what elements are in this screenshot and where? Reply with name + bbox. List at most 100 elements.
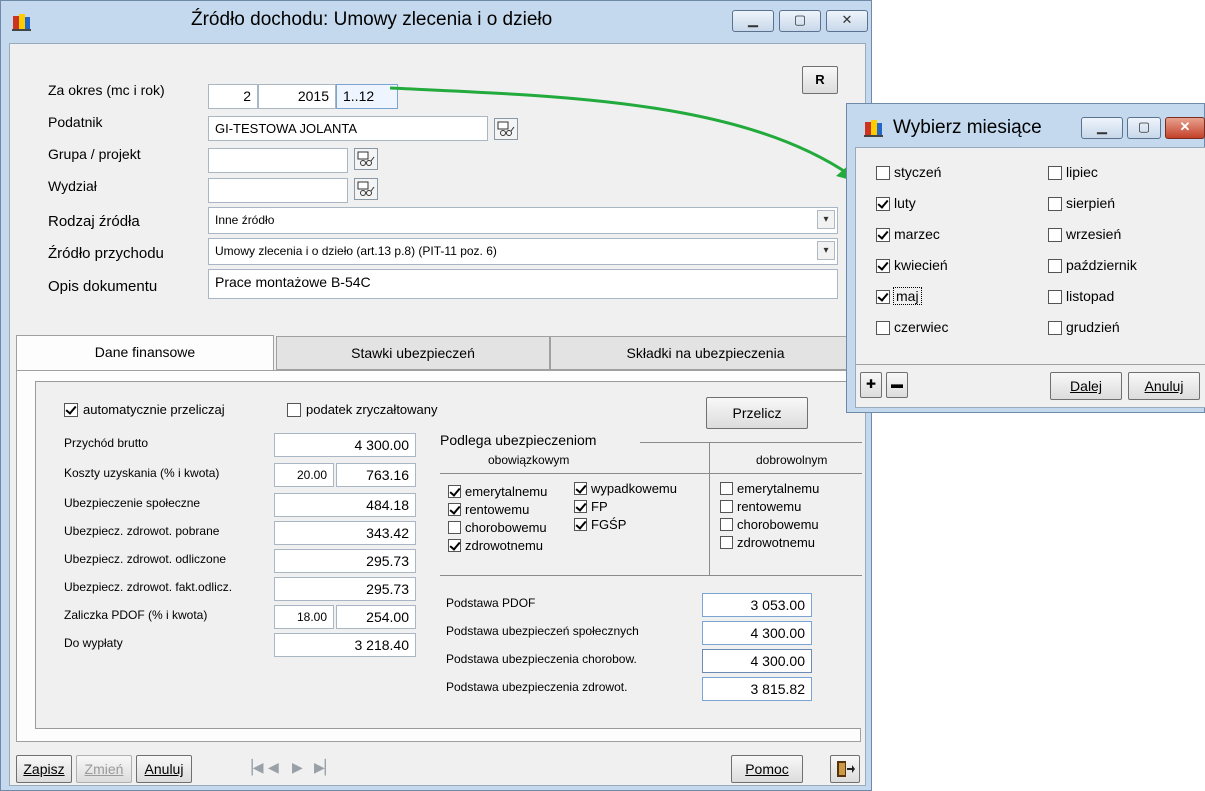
finance-row-value[interactable]: 295.73 bbox=[274, 549, 416, 573]
finance-row-value[interactable]: 3 218.40 bbox=[274, 633, 416, 657]
department-picker-button[interactable] bbox=[354, 178, 378, 200]
mandatory-insurance-label: FP bbox=[591, 499, 608, 514]
dialog-cancel-button[interactable]: Anuluj bbox=[1128, 372, 1200, 400]
tab-panel: automatycznie przeliczaj podatek zryczał… bbox=[16, 370, 862, 742]
department-input[interactable] bbox=[208, 178, 348, 203]
month-checkbox[interactable] bbox=[876, 259, 890, 273]
insurance-column-divider bbox=[709, 442, 710, 575]
base-value[interactable]: 4 300.00 bbox=[702, 649, 812, 673]
finance-row-value[interactable]: 295.73 bbox=[274, 577, 416, 601]
add-month-button[interactable]: ✚ bbox=[860, 372, 882, 398]
voluntary-insurance-checkbox[interactable] bbox=[720, 500, 733, 513]
month-checkbox[interactable] bbox=[1048, 228, 1062, 242]
tab-insurance-contributions[interactable]: Składki na ubezpieczenia bbox=[550, 336, 861, 370]
description-label: Opis dokumentu bbox=[48, 278, 158, 295]
exit-button[interactable] bbox=[830, 755, 860, 783]
dialog-divider bbox=[856, 364, 1205, 365]
base-amount: 3 053.00 bbox=[750, 597, 806, 613]
month-label: listopad bbox=[1066, 288, 1115, 304]
auto-calc-checkbox[interactable] bbox=[64, 403, 78, 417]
month-checkbox[interactable] bbox=[876, 166, 890, 180]
minus-icon: ▬ bbox=[891, 377, 903, 391]
finance-row-percent[interactable]: 20.00 bbox=[274, 463, 334, 487]
voluntary-insurance-checkbox[interactable] bbox=[720, 536, 733, 549]
insurance-left-rule bbox=[440, 442, 441, 575]
dialog-app-icon bbox=[863, 118, 885, 138]
income-source-select[interactable]: Umowy zlecenia i o dzieło (art.13 p.8) (… bbox=[208, 238, 838, 265]
month-input[interactable]: 2 bbox=[208, 84, 258, 109]
minimize-icon: ▁ bbox=[748, 12, 758, 27]
first-record-icon[interactable]: ▕◀ bbox=[242, 759, 264, 776]
month-label: czerwiec bbox=[894, 319, 949, 335]
finance-row-value[interactable]: 763.16 bbox=[336, 463, 416, 487]
auto-calc-label: automatycznie przeliczaj bbox=[83, 402, 225, 417]
maximize-button[interactable]: ▢ bbox=[779, 10, 821, 32]
month-checkbox[interactable] bbox=[1048, 166, 1062, 180]
month-checkbox[interactable] bbox=[876, 321, 890, 335]
month-checkbox[interactable] bbox=[876, 197, 890, 211]
dialog-minimize-button[interactable]: ▁ bbox=[1081, 117, 1123, 139]
last-record-icon[interactable]: ▶▏ bbox=[314, 759, 336, 776]
group-picker-button[interactable] bbox=[354, 148, 378, 170]
finance-row-label: Do wypłaty bbox=[64, 636, 123, 650]
remove-month-button[interactable]: ▬ bbox=[886, 372, 908, 398]
close-button-inactive[interactable]: ✕ bbox=[826, 10, 868, 32]
finance-row-percent-value: 18.00 bbox=[296, 610, 327, 624]
month-checkbox[interactable] bbox=[1048, 259, 1062, 273]
flat-tax-checkbox[interactable] bbox=[287, 403, 301, 417]
mandatory-insurance-checkbox[interactable] bbox=[448, 539, 461, 552]
source-type-select[interactable]: Inne źródło ▾ bbox=[208, 207, 838, 234]
close-icon: ✕ bbox=[841, 12, 853, 27]
base-label: Podstawa ubezpieczeń społecznych bbox=[446, 624, 639, 638]
finance-row-value[interactable]: 4 300.00 bbox=[274, 433, 416, 457]
base-label: Podstawa PDOF bbox=[446, 596, 536, 610]
taxpayer-label: Podatnik bbox=[48, 114, 103, 130]
tab-financial-data[interactable]: Dane finansowe bbox=[16, 335, 274, 371]
mandatory-insurance-checkbox[interactable] bbox=[448, 503, 461, 516]
change-button[interactable]: Zmień bbox=[76, 755, 132, 783]
month-checkbox[interactable] bbox=[1048, 197, 1062, 211]
dialog-maximize-button[interactable]: ▢ bbox=[1127, 117, 1161, 139]
month-checkbox[interactable] bbox=[876, 290, 890, 304]
cancel-button[interactable]: Anuluj bbox=[136, 755, 192, 783]
year-input[interactable]: 2015 bbox=[258, 84, 336, 109]
next-button[interactable]: Dalej bbox=[1050, 372, 1122, 400]
group-input[interactable] bbox=[208, 148, 348, 173]
voluntary-insurance-checkbox[interactable] bbox=[720, 518, 733, 531]
finance-row-percent[interactable]: 18.00 bbox=[274, 605, 334, 629]
finance-row-value[interactable]: 343.42 bbox=[274, 521, 416, 545]
chevron-down-icon[interactable]: ▾ bbox=[817, 241, 835, 260]
mandatory-insurance-checkbox[interactable] bbox=[574, 518, 587, 531]
month-checkbox[interactable] bbox=[876, 228, 890, 242]
base-value[interactable]: 3 053.00 bbox=[702, 593, 812, 617]
finance-row-amount: 295.73 bbox=[366, 553, 409, 569]
description-input[interactable]: Prace montażowe B-54C bbox=[208, 269, 838, 299]
voluntary-insurance-checkbox[interactable] bbox=[720, 482, 733, 495]
recalc-button[interactable]: Przelicz bbox=[706, 397, 808, 429]
mandatory-insurance-label: rentowemu bbox=[465, 502, 530, 517]
dialog-close-button[interactable]: ✕ bbox=[1165, 117, 1205, 139]
mandatory-insurance-checkbox[interactable] bbox=[448, 485, 461, 498]
next-record-icon[interactable]: ▶ bbox=[292, 759, 303, 776]
base-value[interactable]: 3 815.82 bbox=[702, 677, 812, 701]
mandatory-insurance-label: zdrowotnemu bbox=[465, 538, 544, 553]
voluntary-insurance-label: zdrowotnemu bbox=[737, 535, 816, 550]
finance-row-value[interactable]: 484.18 bbox=[274, 493, 416, 517]
finance-row-value[interactable]: 254.00 bbox=[336, 605, 416, 629]
base-value[interactable]: 4 300.00 bbox=[702, 621, 812, 645]
chevron-down-icon[interactable]: ▾ bbox=[817, 210, 835, 229]
month-checkbox[interactable] bbox=[1048, 321, 1062, 335]
department-label: Wydział bbox=[48, 178, 97, 194]
tab-insurance-rates[interactable]: Stawki ubezpieczeń bbox=[276, 336, 550, 370]
mandatory-insurance-checkbox[interactable] bbox=[574, 500, 587, 513]
mandatory-insurance-checkbox[interactable] bbox=[448, 521, 461, 534]
mandatory-insurance-label: chorobowemu bbox=[465, 520, 547, 535]
month-checkbox[interactable] bbox=[1048, 290, 1062, 304]
voluntary-header: dobrowolnym bbox=[756, 453, 828, 467]
voluntary-insurance-label: chorobowemu bbox=[737, 517, 819, 532]
save-button[interactable]: Zapisz bbox=[16, 755, 72, 783]
prev-record-icon[interactable]: ◀ bbox=[268, 759, 279, 776]
minimize-button[interactable]: ▁ bbox=[732, 10, 774, 32]
mandatory-insurance-checkbox[interactable] bbox=[574, 482, 587, 495]
help-button[interactable]: Pomoc bbox=[731, 755, 803, 783]
